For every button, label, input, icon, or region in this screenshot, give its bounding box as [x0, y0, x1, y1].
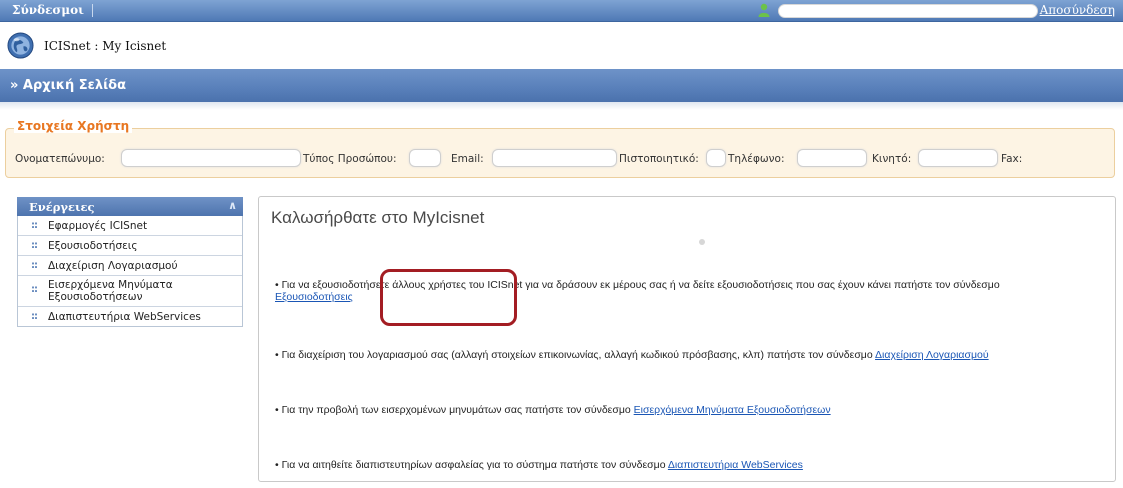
sidebar-title: Ενέργειες [29, 200, 95, 214]
highlight-annotation-box [380, 269, 517, 326]
collapse-chevron-icon[interactable]: ∧ [228, 199, 237, 212]
app-header: ICISnet : My Icisnet [0, 22, 1123, 69]
sidebar-item-authorizations[interactable]: :: Εξουσιοδοτήσεις [18, 235, 242, 255]
header-shadow [0, 102, 1123, 110]
links-menu[interactable]: Σύνδεσμοι [12, 3, 84, 17]
phone-label: Τηλέφωνο: [728, 153, 785, 165]
phone-value [797, 149, 867, 167]
fax-label: Fax: [1001, 153, 1023, 165]
mobile-value [918, 149, 998, 167]
username-display [778, 4, 1038, 18]
certificate-label: Πιστοποιητικό: [619, 153, 699, 165]
person-type-value [409, 149, 441, 167]
sidebar-item-incoming-messages[interactable]: :: Εισερχόμενα Μηνύματα Εξουσιοδοτήσεων [18, 275, 242, 306]
app-title: ICISnet : My Icisnet [44, 39, 167, 53]
actions-sidebar: Ενέργειες ∧ :: Εφαρμογές ICISnet :: Εξου… [17, 197, 243, 327]
page-header-bar: » Αρχική Σελίδα [0, 69, 1123, 102]
top-bar-divider [92, 4, 93, 17]
webservices-credentials-link[interactable]: Διαπιστευτήρια WebServices [668, 459, 803, 471]
top-bar: Σύνδεσμοι Αποσύνδεση [0, 0, 1123, 22]
user-icon [758, 3, 770, 17]
sidebar-item-label: Διαπιστευτήρια WebServices [48, 311, 201, 323]
main-content-panel: Καλωσήρθατε στο MyIcisnet • Για να εξουσ… [258, 196, 1116, 482]
sidebar-item-label: Εξουσιοδοτήσεις [48, 240, 138, 252]
sidebar-header[interactable]: Ενέργειες ∧ [17, 197, 243, 216]
account-management-link[interactable]: Διαχείριση Λογαριασμού [875, 349, 989, 361]
welcome-heading: Καλωσήρθατε στο MyIcisnet [271, 208, 485, 227]
messages-text: • Για την προβολή των εισερχομένων μηνυμ… [275, 404, 634, 416]
sidebar-item-label: Εφαρμογές ICISnet [48, 220, 148, 232]
credentials-paragraph: • Για να αιτηθείτε διαπιστευτηρίων ασφαλ… [275, 459, 1115, 471]
account-paragraph: • Για διαχείριση του λογαριασμού σας (αλ… [275, 349, 1115, 361]
sidebar-list: :: Εφαρμογές ICISnet :: Εξουσιοδοτήσεις … [17, 216, 243, 327]
fullname-label: Ονοματεπώνυμο: [15, 153, 105, 165]
authorizations-link[interactable]: Εξουσιοδοτήσεις [275, 291, 353, 303]
email-label: Email: [451, 153, 484, 165]
sidebar-item-label: Εισερχόμενα Μηνύματα Εξουσιοδοτήσεων [48, 279, 173, 303]
sidebar-item-account-management[interactable]: :: Διαχείριση Λογαριασμού [18, 255, 242, 275]
account-text: • Για διαχείριση του λογαριασμού σας (αλ… [275, 349, 876, 361]
person-type-label: Τύπος Προσώπου: [303, 153, 397, 165]
sidebar-item-webservices-credentials[interactable]: :: Διαπιστευτήρια WebServices [18, 306, 242, 326]
bullet-icon: :: [31, 240, 38, 251]
certificate-value [706, 149, 726, 167]
incoming-messages-link[interactable]: Εισερχόμενα Μηνύματα Εξουσιοδοτήσεων [634, 404, 831, 416]
bullet-icon: :: [31, 220, 38, 231]
fullname-value [121, 149, 301, 167]
user-details-legend: Στοιχεία Χρήστη [14, 119, 133, 133]
bullet-icon: :: [31, 311, 38, 322]
logout-link[interactable]: Αποσύνδεση [1040, 3, 1115, 17]
bullet-icon: :: [31, 284, 38, 295]
page-title: » Αρχική Σελίδα [10, 78, 127, 93]
email-value [492, 149, 617, 167]
credentials-text: • Για να αιτηθείτε διαπιστευτηρίων ασφαλ… [275, 459, 668, 471]
sidebar-item-icisnet-apps[interactable]: :: Εφαρμογές ICISnet [18, 216, 242, 235]
sidebar-item-label: Διαχείριση Λογαριασμού [48, 260, 178, 272]
user-details-panel: Στοιχεία Χρήστη Ονοματεπώνυμο: Τύπος Προ… [5, 119, 1115, 178]
loading-indicator [699, 239, 705, 245]
messages-paragraph: • Για την προβολή των εισερχομένων μηνυμ… [275, 404, 1115, 416]
bullet-icon: :: [31, 260, 38, 271]
mobile-label: Κινητό: [872, 153, 912, 165]
icisnet-globe-logo [7, 32, 34, 59]
